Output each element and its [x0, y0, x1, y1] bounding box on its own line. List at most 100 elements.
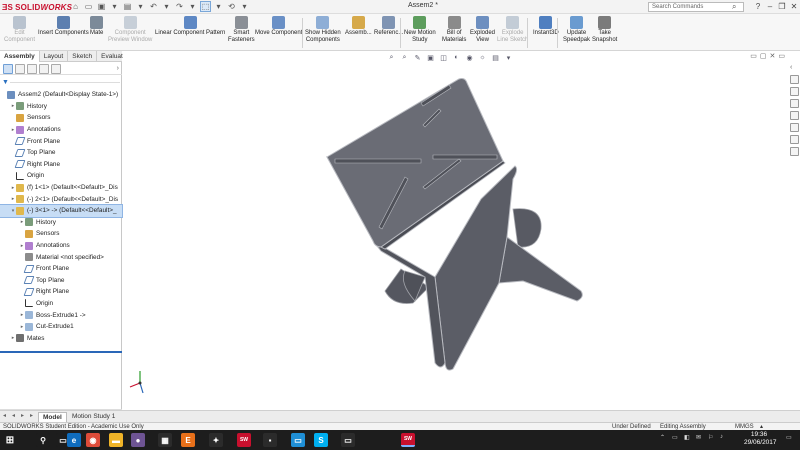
show-hidden-components-button[interactable]: Show Hidden Components [305, 16, 341, 44]
tray-volume-icon[interactable]: ♪ [720, 434, 723, 440]
filter-icon[interactable]: ▼ [2, 79, 10, 86]
tree-node[interactable]: Front Plane [0, 263, 122, 275]
tree-node[interactable]: ▸ (f) 1<1> (Default<<Default>_Dis [0, 182, 122, 194]
tree-node[interactable]: Right Plane [0, 159, 122, 171]
undo-dropdown-icon[interactable]: ▾ [161, 1, 172, 12]
tab-layout[interactable]: Layout [40, 51, 69, 62]
search-icon[interactable]: ⌕ [732, 2, 736, 12]
tab-scroll-prev-icon[interactable]: ◂ [12, 412, 15, 419]
configuration-manager-icon[interactable] [27, 64, 37, 74]
restore-button[interactable]: ❐ [776, 0, 788, 13]
panel-splitter[interactable] [0, 351, 122, 353]
tab-motion-study-1[interactable]: Motion Study 1 [68, 412, 119, 422]
github-icon[interactable]: ● [131, 433, 145, 447]
tree-filter[interactable]: ▼ [2, 78, 120, 87]
forum-icon[interactable] [789, 147, 799, 156]
tree-node[interactable]: Origin [0, 298, 122, 310]
home-icon[interactable]: ⌂ [70, 1, 81, 12]
tree-node[interactable]: Origin [0, 170, 122, 182]
task-pane-collapse-icon[interactable]: ‹ [790, 64, 792, 71]
store-icon[interactable]: ▪ [263, 433, 277, 447]
new-icon[interactable]: ▭ [83, 1, 94, 12]
linear-component-pattern-button[interactable]: Linear Component Pattern [155, 16, 225, 37]
custom-properties-icon[interactable] [789, 135, 799, 144]
search-commands-input[interactable]: Search Commands [648, 2, 744, 12]
redo-icon[interactable]: ↷ [174, 1, 185, 12]
edit-component-button[interactable]: Edit Component [4, 16, 35, 44]
save-icon[interactable]: ▤ [122, 1, 133, 12]
edge-icon[interactable]: e [67, 433, 81, 447]
view-palette-icon[interactable] [789, 111, 799, 120]
tree-node[interactable]: ▸ Cut-Extrude1 [0, 321, 122, 333]
undo-icon[interactable]: ↶ [148, 1, 159, 12]
solidworks-active-icon[interactable]: SW [401, 433, 415, 447]
select-icon[interactable]: ⬚ [200, 1, 211, 12]
notifications-icon[interactable]: ▭ [786, 434, 792, 441]
tray-chevron-icon[interactable]: ⌃ [660, 434, 665, 441]
tree-node[interactable]: ▸ Mates [0, 332, 122, 344]
open-dropdown-icon[interactable]: ▾ [109, 1, 120, 12]
monitor-icon[interactable]: ▭ [341, 433, 355, 447]
tree-node[interactable]: Front Plane [0, 135, 122, 147]
file-explorer-icon[interactable] [789, 99, 799, 108]
design-library-icon[interactable] [789, 87, 799, 96]
tray-network-icon[interactable]: ⚐ [708, 434, 713, 441]
solidworks-resources-icon[interactable] [789, 75, 799, 84]
tree-node[interactable]: ▾ (-) 3<1> -> (Default<<Default>_ [0, 203, 123, 218]
search-icon[interactable]: ⚲ [36, 433, 50, 447]
tree-node[interactable]: Material <not specified> [0, 251, 122, 263]
photoshop-icon[interactable]: ▦ [158, 433, 172, 447]
smart-fasteners-button[interactable]: Smart Fasteners [228, 16, 255, 44]
minimize-button[interactable]: – [764, 0, 776, 13]
open-icon[interactable]: ▣ [96, 1, 107, 12]
take-snapshot-button[interactable]: Take Snapshot [592, 16, 617, 44]
tree-node[interactable]: Top Plane [0, 147, 122, 159]
tree-node[interactable]: ▸ Boss-Extrude1 -> [0, 309, 122, 321]
tab-assembly[interactable]: Assembly [0, 51, 40, 62]
3d-model-view[interactable] [123, 51, 787, 410]
tray-mail-icon[interactable]: ✉ [696, 434, 701, 441]
tree-node[interactable]: ▸ Annotations [0, 124, 122, 136]
tab-sketch[interactable]: Sketch [68, 51, 98, 62]
display-manager-icon[interactable] [51, 64, 61, 74]
tab-scroll-next-icon[interactable]: ▸ [21, 412, 24, 419]
tree-node[interactable]: Right Plane [0, 286, 122, 298]
tab-model[interactable]: Model [38, 412, 67, 422]
instant3d-button[interactable]: Instant3D [533, 16, 559, 37]
tray-display-icon[interactable]: ▭ [672, 434, 678, 441]
explode-line-sketch-button[interactable]: Explode Line Sketch [497, 16, 528, 44]
mate-button[interactable]: Mate [90, 16, 103, 37]
tree-node[interactable]: Sensors [0, 112, 122, 124]
update-speedpak-button[interactable]: Update Speedpak [563, 16, 590, 44]
chrome-icon[interactable]: ◉ [86, 433, 100, 447]
tree-node[interactable]: Top Plane [0, 275, 122, 287]
app-icon[interactable]: ▭ [291, 433, 305, 447]
dimxpert-icon[interactable] [39, 64, 49, 74]
tool-icon[interactable]: ✦ [209, 433, 223, 447]
select-dropdown-icon[interactable]: ▾ [213, 1, 224, 12]
insert-components-button[interactable]: Insert Components [38, 16, 89, 37]
move-component-button[interactable]: Move Component [255, 16, 302, 37]
explorer-icon[interactable]: ▬ [109, 433, 123, 447]
tree-node[interactable]: ▸ History [0, 217, 122, 229]
start-icon[interactable]: ⊞ [3, 433, 17, 447]
close-button[interactable]: ✕ [788, 0, 800, 13]
assembly-features-button[interactable]: Assemb... [345, 16, 372, 37]
component-preview-window-button[interactable]: Component Preview Window [108, 16, 152, 44]
exploded-view-button[interactable]: Exploded View [470, 16, 495, 44]
appearances-icon[interactable] [789, 123, 799, 132]
rebuild-dropdown-icon[interactable]: ▾ [239, 1, 250, 12]
clock[interactable]: 19:36 29/06/2017 [744, 431, 777, 447]
graphics-area[interactable]: ⌕ ⌕ ✎ ▣ ◫ ◐ ◉ ☼ ▤ ▾ ▭ ▢ ✕ ▭ [123, 51, 793, 450]
solidworks-icon[interactable]: SW [237, 433, 251, 447]
rebuild-icon[interactable]: ⟲ [226, 1, 237, 12]
redo-dropdown-icon[interactable]: ▾ [187, 1, 198, 12]
help-button[interactable]: ? [752, 0, 764, 13]
sketchup-icon[interactable]: E [181, 433, 195, 447]
panel-more-icon[interactable]: › [117, 64, 119, 73]
new-motion-study-button[interactable]: New Motion Study [404, 16, 436, 44]
tree-node[interactable]: ▸ Annotations [0, 240, 122, 252]
tab-scroll-first-icon[interactable]: ◂ [3, 412, 6, 419]
tree-node[interactable]: ▸ History [0, 101, 122, 113]
tree-node[interactable]: Sensors [0, 228, 122, 240]
